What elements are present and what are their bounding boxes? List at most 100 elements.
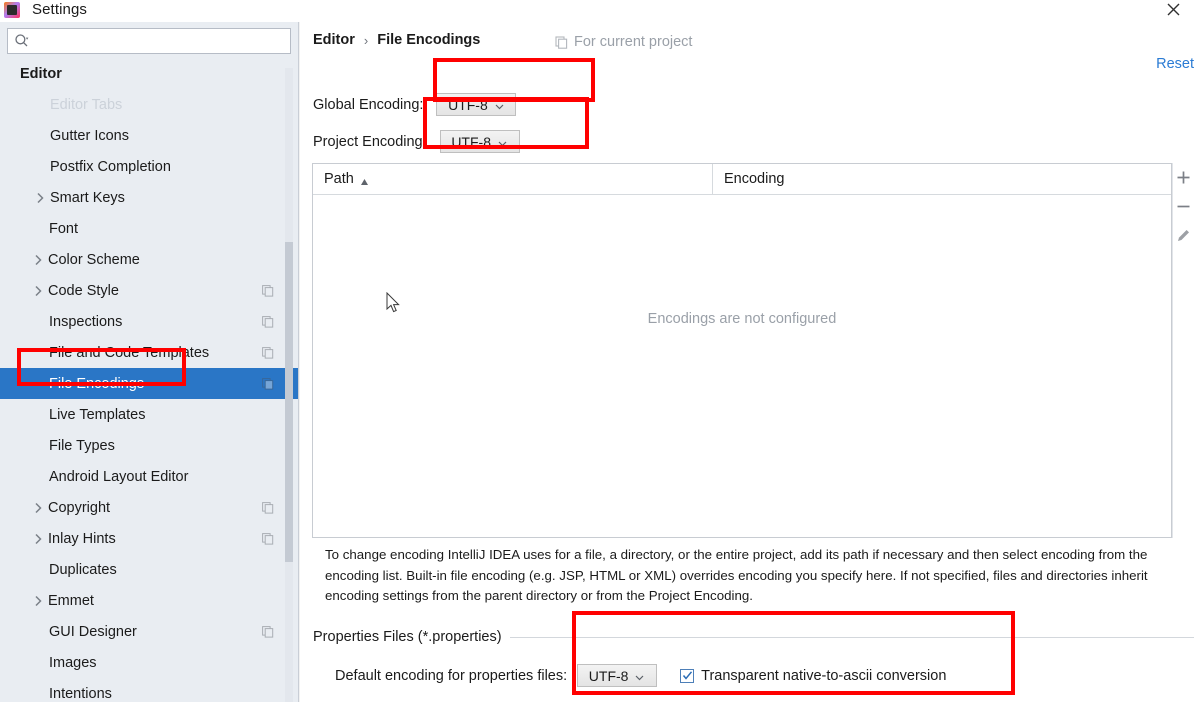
table-header-row: Path Encoding xyxy=(313,163,1171,195)
copy-scope-icon xyxy=(262,315,274,328)
default-properties-encoding-dropdown[interactable]: UTF-8 xyxy=(577,664,658,687)
sidebar-item-label: File Encodings xyxy=(49,375,145,392)
table-empty-message: Encodings are not configured xyxy=(647,311,837,327)
copy-scope-icon xyxy=(262,625,274,638)
column-header-encoding[interactable]: Encoding xyxy=(713,164,784,195)
intellij-idea-icon xyxy=(4,2,20,18)
chevron-right-icon xyxy=(30,252,46,268)
sidebar-scrollbar-thumb[interactable] xyxy=(285,242,293,562)
column-header-encoding-label: Encoding xyxy=(724,171,785,187)
sidebar-item-label: Intentions xyxy=(49,685,112,702)
sidebar-item-code-style[interactable]: Code Style xyxy=(0,275,298,306)
sort-ascending-icon xyxy=(360,175,369,185)
sidebar-item-file-and-code-templates[interactable]: File and Code Templates xyxy=(0,337,298,368)
sidebar-item-label: Font xyxy=(49,220,79,237)
sidebar-item-inspections[interactable]: Inspections xyxy=(0,306,298,337)
edit-encoding-button[interactable] xyxy=(1175,227,1192,244)
sidebar-item-label: Postfix Completion xyxy=(50,158,171,175)
copy-scope-icon xyxy=(262,532,274,545)
sidebar-item-file-types[interactable]: File Types xyxy=(0,430,298,461)
sidebar-item-duplicates[interactable]: Duplicates xyxy=(0,554,298,585)
close-icon[interactable] xyxy=(1156,0,1190,22)
breadcrumb-parent[interactable]: Editor xyxy=(313,32,355,48)
encodings-description: To change encoding IntelliJ IDEA uses fo… xyxy=(325,547,1148,603)
sidebar-item-font[interactable]: Font xyxy=(0,213,298,244)
copy-scope-icon xyxy=(262,501,274,514)
chevron-down-icon xyxy=(634,670,645,681)
scope-badge: For current project xyxy=(555,34,692,50)
page-title: File Encodings xyxy=(377,32,481,48)
project-encoding-value: UTF-8 xyxy=(451,133,491,150)
global-encoding-label: Global Encoding: xyxy=(313,96,424,113)
sidebar-item-editor-tabs[interactable]: Editor Tabs xyxy=(0,89,298,120)
copy-scope-icon xyxy=(555,35,568,49)
chevron-right-icon xyxy=(30,500,46,516)
sidebar-item-copyright[interactable]: Copyright xyxy=(0,492,298,523)
add-encoding-button[interactable] xyxy=(1175,169,1192,186)
chevron-down-icon xyxy=(497,136,508,147)
copy-scope-icon xyxy=(262,346,274,359)
settings-tree: Editor Editor Tabs Gutter Icons Postfix Com… xyxy=(0,58,298,702)
sidebar-item-gui-designer[interactable]: GUI Designer xyxy=(0,616,298,647)
search-container xyxy=(0,22,298,54)
sidebar-item-emmet[interactable]: Emmet xyxy=(0,585,298,616)
sidebar-item-label: Duplicates xyxy=(49,561,117,578)
global-encoding-dropdown[interactable]: UTF-8 xyxy=(436,93,517,116)
section-divider xyxy=(509,636,1194,638)
sidebar-item-intentions[interactable]: Intentions xyxy=(0,678,298,702)
column-header-path-label: Path xyxy=(324,171,354,187)
sidebar-item-label: Gutter Icons xyxy=(50,127,129,144)
settings-tree-list: Editor Editor Tabs Gutter Icons Postfix Com… xyxy=(0,58,298,702)
sidebar-item-images[interactable]: Images xyxy=(0,647,298,678)
scope-badge-label: For current project xyxy=(574,34,693,50)
title-bar: Settings xyxy=(0,0,1194,22)
sidebar-item-android-layout-editor[interactable]: Android Layout Editor xyxy=(0,461,298,492)
global-encoding-value: UTF-8 xyxy=(448,96,488,113)
sidebar-item-gutter-icons[interactable]: Gutter Icons xyxy=(0,120,298,151)
search-icon xyxy=(14,33,30,49)
copy-scope-icon xyxy=(262,284,274,297)
sidebar-item-label: Inspections xyxy=(49,313,123,330)
sidebar-item-label: GUI Designer xyxy=(49,623,137,640)
column-header-path[interactable]: Path xyxy=(313,163,713,195)
settings-sidebar: Editor Editor Tabs Gutter Icons Postfix Com… xyxy=(0,22,299,702)
default-properties-encoding-row: Default encoding for properties files: U… xyxy=(335,664,946,687)
sidebar-item-inlay-hints[interactable]: Inlay Hints xyxy=(0,523,298,554)
transparent-conversion-checkbox-wrap[interactable]: Transparent native-to-ascii conversion xyxy=(680,668,946,684)
encodings-table: Path Encoding Encodings are not configur… xyxy=(312,163,1172,538)
chevron-right-icon xyxy=(32,190,48,206)
sidebar-item-label: File and Code Templates xyxy=(49,344,210,361)
project-encoding-dropdown[interactable]: UTF-8 xyxy=(439,130,520,153)
remove-encoding-button[interactable] xyxy=(1175,198,1192,215)
sidebar-item-label: Emmet xyxy=(48,592,94,609)
copy-scope-icon xyxy=(262,377,274,390)
sidebar-item-color-scheme[interactable]: Color Scheme xyxy=(0,244,298,275)
global-encoding-row: Global Encoding: UTF-8 xyxy=(313,93,517,116)
chevron-right-icon xyxy=(30,531,46,547)
sidebar-item-postfix-completion[interactable]: Postfix Completion xyxy=(0,151,298,182)
mouse-cursor xyxy=(386,292,402,316)
sidebar-item-label: Live Templates xyxy=(49,406,146,423)
settings-window: Settings Editor Editor Tabs Gutter Icons… xyxy=(0,0,1194,702)
project-encoding-label: Project Encoding: xyxy=(313,133,427,150)
search-input[interactable] xyxy=(33,30,284,52)
sidebar-item-label: Editor xyxy=(20,65,62,82)
search-box[interactable] xyxy=(7,28,291,54)
sidebar-item-label: Code Style xyxy=(48,282,119,299)
sidebar-item-live-templates[interactable]: Live Templates xyxy=(0,399,298,430)
default-properties-encoding-label: Default encoding for properties files: xyxy=(335,667,568,684)
properties-files-title: Properties Files (*.properties) xyxy=(313,629,502,645)
chevron-right-icon xyxy=(30,593,46,609)
chevron-down-icon xyxy=(494,99,505,110)
sidebar-item-file-encodings[interactable]: File Encodings xyxy=(0,368,298,399)
sidebar-item-editor[interactable]: Editor xyxy=(0,58,298,89)
default-properties-encoding-value: UTF-8 xyxy=(588,667,629,684)
transparent-conversion-checkbox[interactable] xyxy=(680,668,695,683)
properties-files-section-header: Properties Files (*.properties) xyxy=(313,629,1194,645)
sidebar-item-label: Android Layout Editor xyxy=(49,468,189,485)
sidebar-item-label: File Types xyxy=(49,437,115,454)
reset-link[interactable]: Reset xyxy=(1156,56,1194,72)
transparent-conversion-label: Transparent native-to-ascii conversion xyxy=(701,667,947,684)
sidebar-item-smart-keys[interactable]: Smart Keys xyxy=(0,182,298,213)
sidebar-item-label: Images xyxy=(49,654,97,671)
